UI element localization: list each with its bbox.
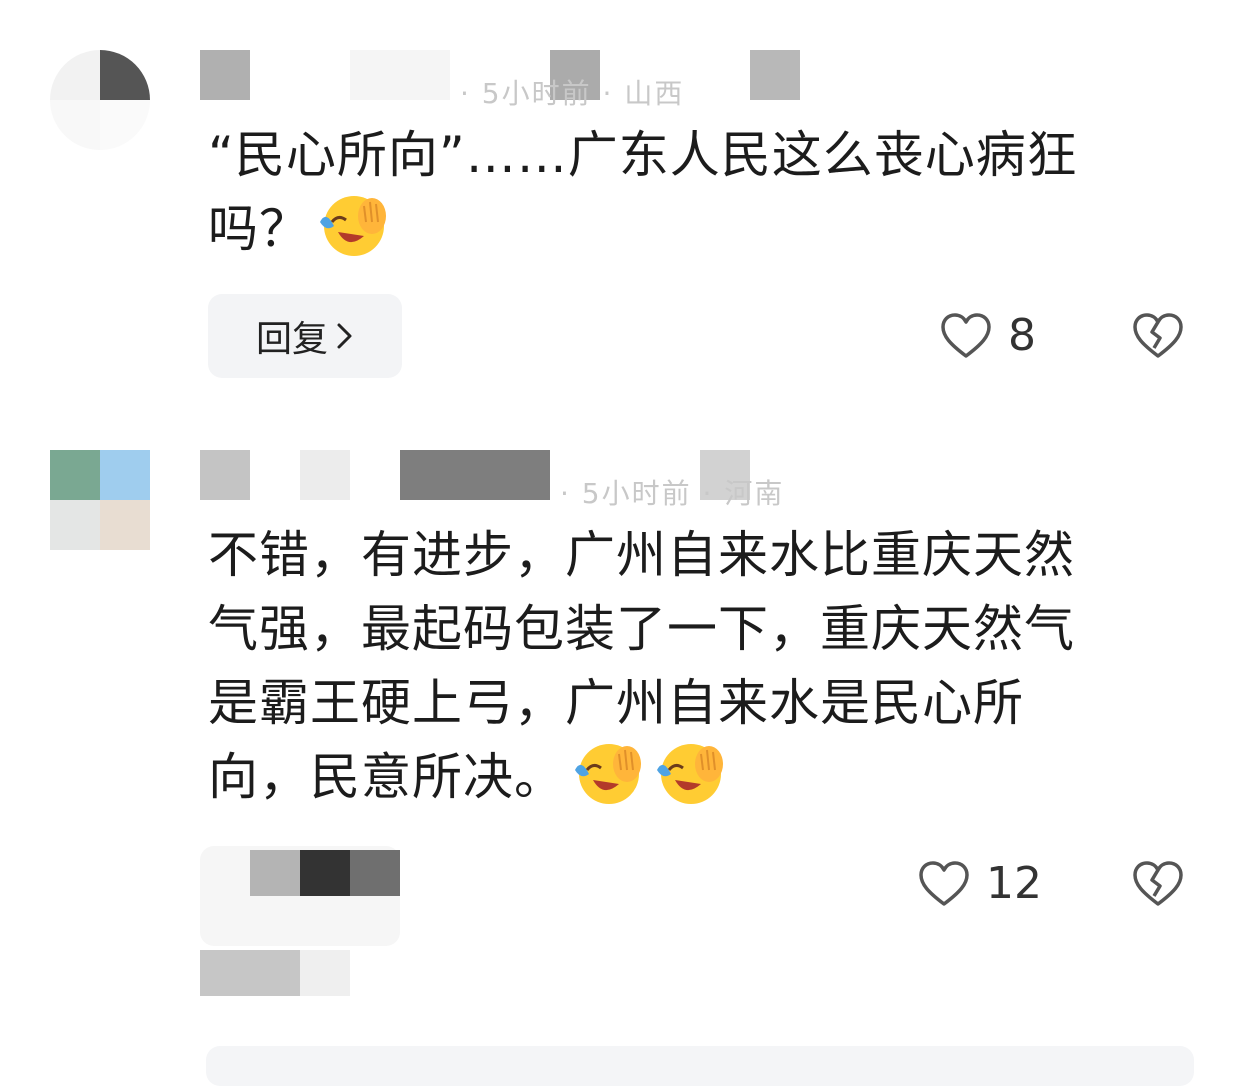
comment-text-line: 吗？ bbox=[208, 200, 310, 258]
comment-text-line: 向，民意所决。 bbox=[208, 748, 565, 806]
comment-2: · 5小时前 · 河南 不错，有进步，广州自来水比重庆天然 气强，最起码包装了一… bbox=[0, 400, 1260, 1078]
avatar[interactable] bbox=[50, 450, 150, 550]
like-button[interactable]: 12 bbox=[918, 858, 1042, 909]
comment-meta: · 5小时前 · 山西 bbox=[460, 77, 685, 110]
chevron-right-icon bbox=[337, 323, 352, 349]
broken-heart-icon[interactable] bbox=[1132, 860, 1184, 908]
heart-icon bbox=[941, 312, 991, 358]
comment-text: 不错，有进步，广州自来水比重庆天然 气强，最起码包装了一下，重庆天然气 是霸王硬… bbox=[208, 518, 1218, 814]
like-button[interactable]: 8 bbox=[940, 310, 1036, 361]
laughing-crying-emoji-icon bbox=[657, 744, 723, 804]
comment-1: · 5小时前 · 山西 “民心所向”……广东人民这么丧心病狂 吗？ 回复 8 bbox=[0, 0, 1260, 400]
reply-label: 回复 bbox=[255, 319, 328, 360]
laughing-crying-emoji-icon bbox=[320, 196, 386, 256]
user-meta-redacted[interactable]: · 5小时前 · 河南 bbox=[200, 450, 782, 510]
laughing-crying-emoji-icon bbox=[575, 744, 641, 804]
reply-button[interactable]: 回复 bbox=[208, 294, 402, 378]
comment-text: “民心所向”……广东人民这么丧心病狂 吗？ bbox=[208, 118, 1218, 266]
comment-text-line: 气强，最起码包装了一下，重庆天然气 bbox=[208, 600, 1075, 658]
comment-text-line: 不错，有进步，广州自来水比重庆天然 bbox=[208, 526, 1075, 584]
user-meta-redacted[interactable]: · 5小时前 · 山西 bbox=[200, 50, 800, 110]
comment-text-line: “民心所向”……广东人民这么丧心病狂 bbox=[208, 126, 1078, 184]
comment-meta: · 5小时前 · 河南 bbox=[560, 477, 785, 510]
redacted-reply-block[interactable] bbox=[200, 846, 450, 996]
comment-text-line: 是霸王硬上弓，广州自来水是民心所 bbox=[208, 674, 1024, 732]
next-reply-box[interactable] bbox=[206, 1046, 1194, 1086]
avatar[interactable] bbox=[50, 50, 150, 150]
heart-icon bbox=[919, 860, 969, 906]
broken-heart-icon[interactable] bbox=[1132, 312, 1184, 360]
like-count: 12 bbox=[986, 858, 1042, 909]
like-count: 8 bbox=[1008, 310, 1036, 361]
